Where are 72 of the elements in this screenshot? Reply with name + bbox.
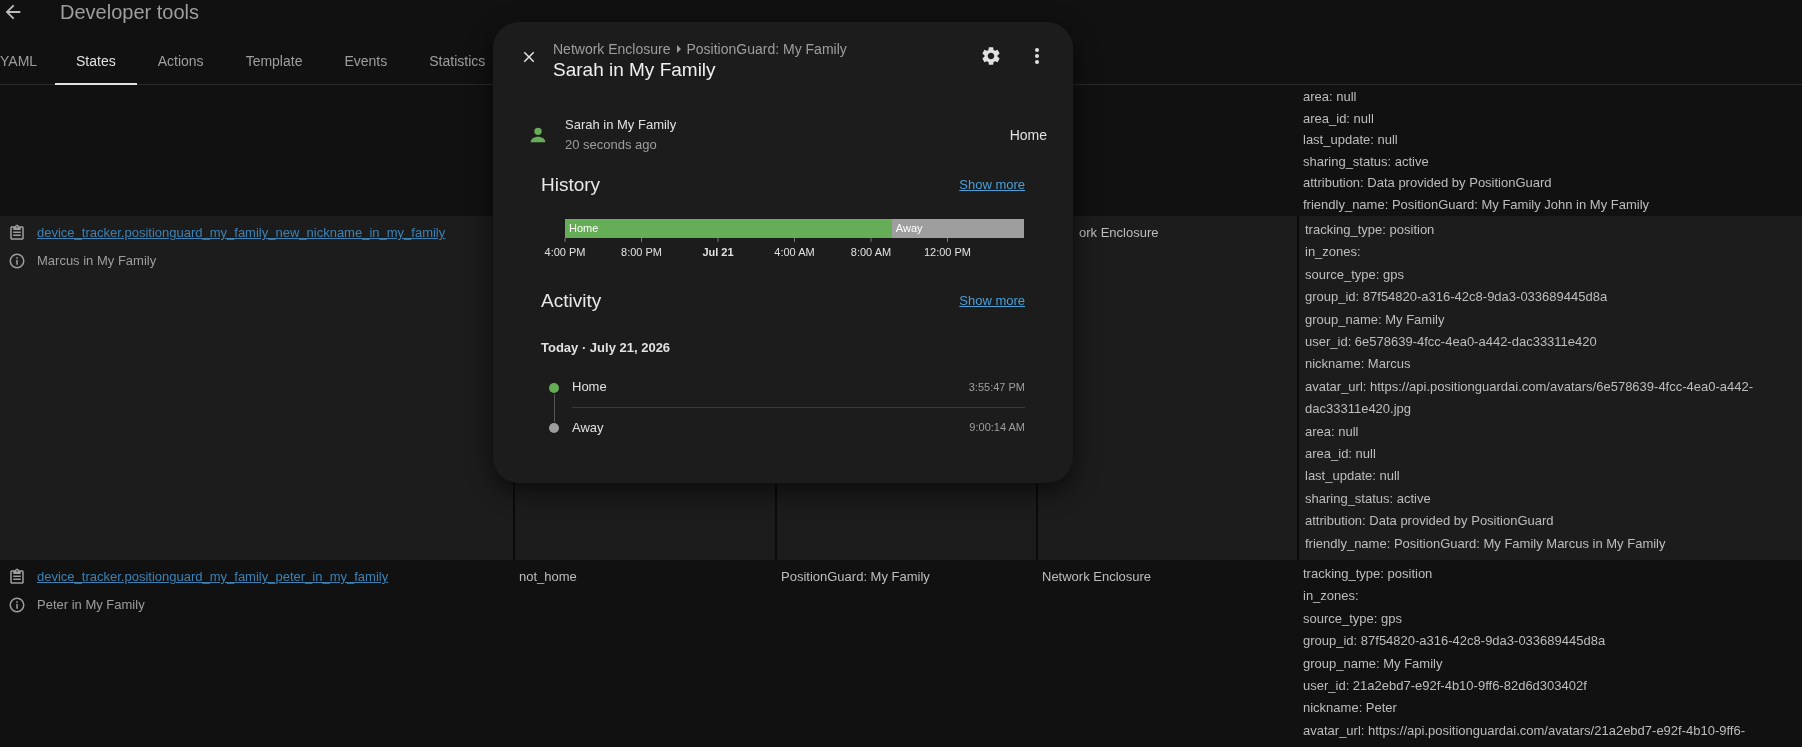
attribute-line: user_id: 6e578639-4fcc-4ea0-a442-dac33311e420 [1305, 333, 1598, 352]
attribute-line: nickname: Marcus [1305, 355, 1412, 374]
attribute-line: source_type: gps [1305, 265, 1405, 284]
tab[interactable]: Actions [136, 38, 225, 85]
state-cell-text: not_home [519, 568, 578, 586]
tab[interactable]: Template [224, 38, 324, 85]
show-more-link[interactable]: Show more [959, 291, 1025, 311]
entity-state: Home [1009, 125, 1047, 145]
clipboard-icon[interactable] [8, 568, 26, 586]
entity-name: Sarah in My Family [565, 116, 677, 134]
more-vertical-icon [1034, 47, 1040, 65]
device-cell-text: ork Enclosure [1079, 224, 1160, 242]
page-title: Developer tools [60, 1, 199, 23]
attribute-line: nickname: Peter [1303, 699, 1398, 718]
friendly-name: Peter in My Family [37, 596, 145, 615]
attribute-line: sharing_status: active [1303, 152, 1430, 171]
axis-label: 8:00 AM [849, 245, 893, 259]
tab[interactable]: Events [323, 38, 409, 85]
attribute-line: group_id: 87f54820-a316-42c8-9da3-033689445d8a [1303, 632, 1607, 651]
attribute-line: attribution: Data provided by PositionGuard [1303, 174, 1553, 192]
section-heading: Activity [541, 288, 602, 313]
device-cell-text: Network Enclosure [1042, 568, 1153, 586]
friendly-name: Marcus in My Family [37, 252, 157, 271]
attribute-line: area: null [1303, 88, 1358, 106]
clipboard-icon[interactable] [8, 224, 26, 242]
attribute-line: user_id: 21a2ebd7-e92f-4b10-9ff6-82d6d303402f [1303, 677, 1588, 696]
info-icon[interactable] [8, 252, 26, 270]
attribute-line: attribution: Data provided by PositionGuard [1305, 512, 1555, 531]
chevron-right-icon [675, 44, 682, 54]
attribute-line: last_update: null [1305, 467, 1401, 486]
entity-id-link[interactable]: device_tracker.positionguard_my_family_new_nickname_in_my_family [37, 223, 446, 243]
attribute-line: tracking_type: position [1305, 221, 1436, 239]
attribute-line: group_id: 87f54820-a316-42c8-9da3-033689445d8a [1305, 288, 1609, 307]
breadcrumb-item[interactable]: Network Enclosure [553, 38, 671, 60]
attribute-line: friendly_name: PositionGuard: My Family John in My Family [1303, 195, 1651, 214]
tab[interactable]: YAML [0, 38, 55, 85]
show-more-link[interactable]: Show more [959, 175, 1025, 195]
axis-label: 4:00 PM [543, 245, 587, 259]
settings-icon [980, 45, 1002, 67]
axis-label: Jul 21 [701, 245, 735, 259]
attribute-line: area: null [1305, 422, 1360, 441]
activity-state: Home [572, 378, 607, 397]
attribute-line: area_id: null [1303, 109, 1375, 128]
activity-time: 9:00:14 AM [969, 420, 1025, 436]
tab[interactable]: Statistics [408, 38, 507, 85]
activity-time: 3:55:47 PM [968, 379, 1025, 395]
attribute-line: group_name: My Family [1303, 654, 1444, 673]
tab[interactable]: States [55, 38, 137, 85]
attribute-line: last_update: null [1303, 131, 1399, 149]
attribute-line: in_zones: [1303, 587, 1360, 606]
activity-state: Away [572, 418, 604, 437]
last-changed: 20 seconds ago [565, 136, 658, 154]
integration-cell-text: PositionGuard: My Family [781, 568, 931, 586]
dialog-title: Sarah in My Family [553, 58, 717, 82]
attribute-line: sharing_status: active [1305, 489, 1432, 508]
attribute-line: avatar_url: https://api.positionguardai.com/avatars/21a2ebd7-e92f-4b10-9ff6- [1303, 721, 1747, 740]
segment-label: Home [569, 221, 599, 236]
attribute-line: in_zones: [1305, 243, 1362, 262]
axis-label: 4:00 AM [773, 245, 816, 259]
attribute-line: area_id: null [1305, 445, 1377, 464]
activity-date: Today · July 21, 2026 [541, 339, 672, 357]
breadcrumb-item[interactable]: PositionGuard: My Family [686, 38, 847, 60]
axis-label: 8:00 PM [620, 245, 663, 259]
attribute-line: friendly_name: PositionGuard: My Family Marcus in My Family [1305, 534, 1667, 553]
attribute-line: source_type: gps [1303, 609, 1403, 628]
segment-label: Away [895, 221, 923, 236]
section-heading: History [541, 172, 601, 197]
attribute-line: tracking_type: position [1303, 565, 1434, 583]
info-icon[interactable] [8, 596, 26, 614]
axis-label: 12:00 PM [922, 245, 973, 259]
entity-id-link[interactable]: device_tracker.positionguard_my_family_peter_in_my_family [37, 567, 389, 587]
attribute-line: group_name: My Family [1305, 310, 1446, 329]
